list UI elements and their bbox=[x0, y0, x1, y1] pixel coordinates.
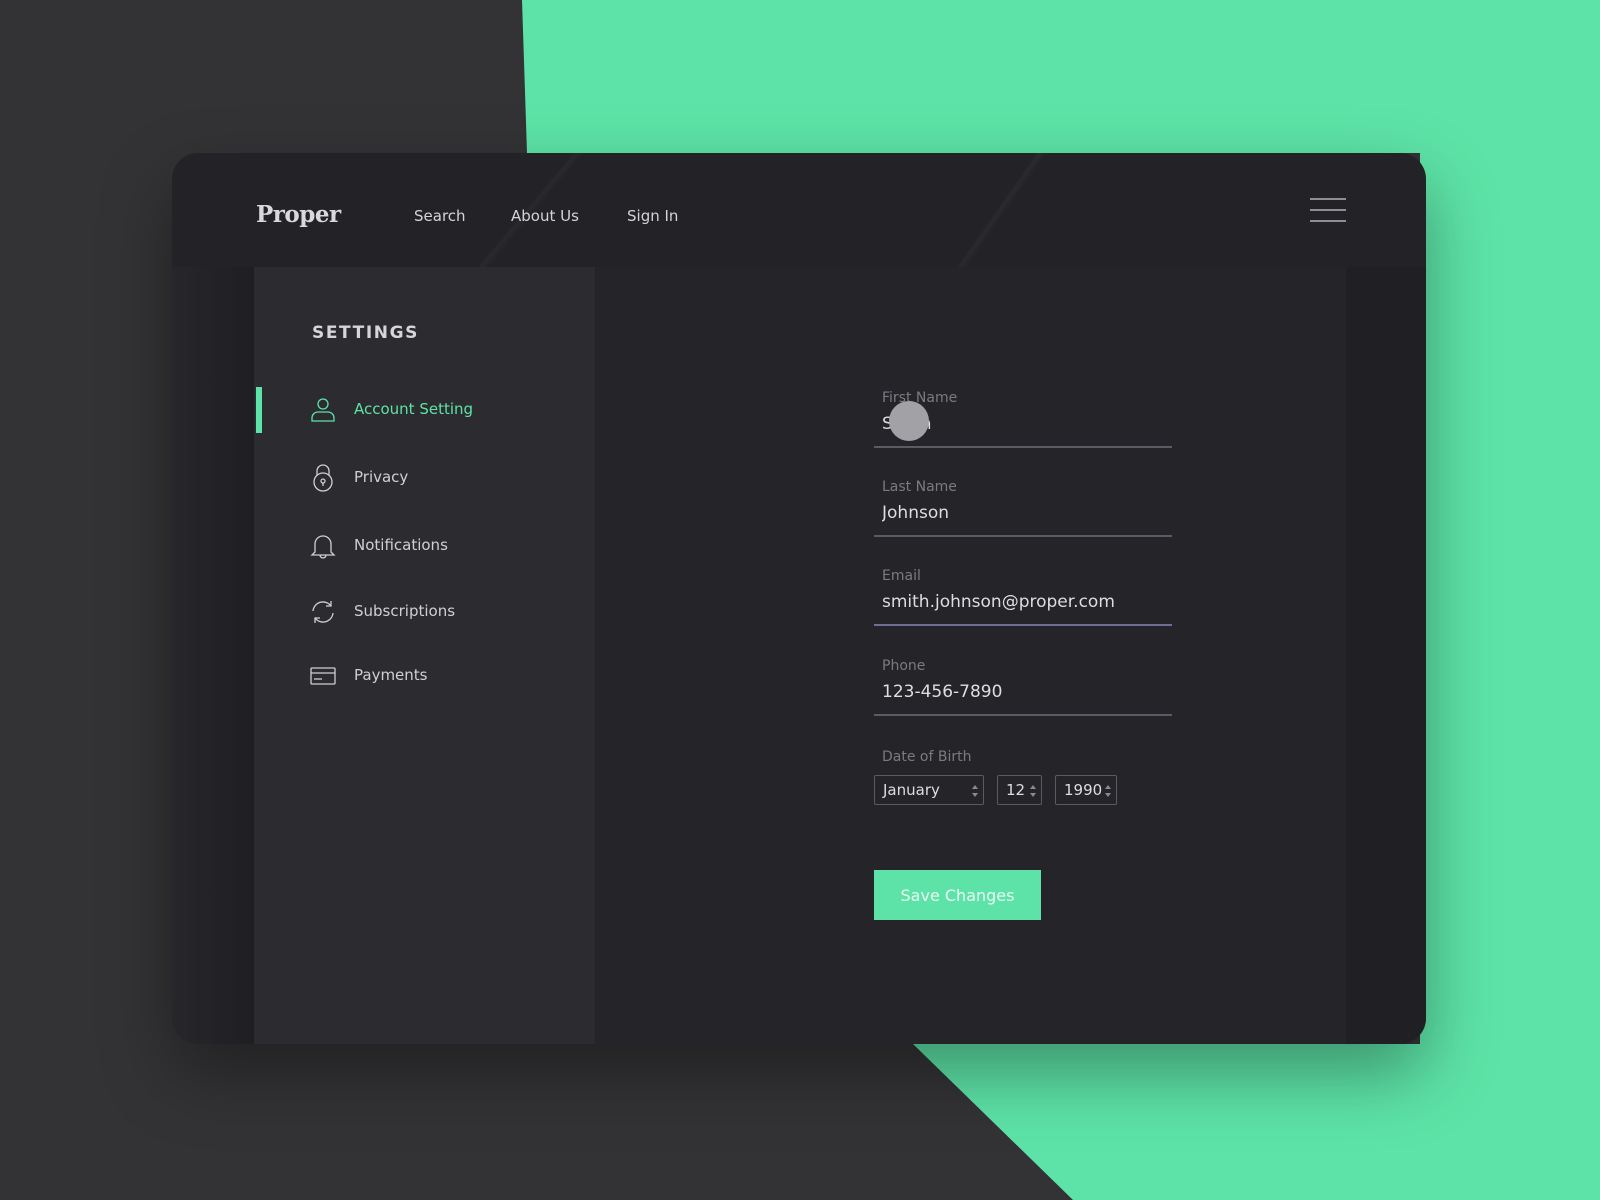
phone-input[interactable] bbox=[882, 682, 1162, 702]
bell-icon bbox=[310, 535, 336, 559]
birth-month-select[interactable]: January bbox=[874, 775, 984, 805]
settings-heading: SETTINGS bbox=[312, 323, 419, 343]
birth-year-value: 1990 bbox=[1064, 781, 1103, 799]
refresh-icon bbox=[312, 601, 334, 623]
app-window: Proper Search About Us Sign In SETTINGS … bbox=[172, 153, 1426, 1044]
field-underline bbox=[874, 714, 1172, 716]
birth-year-select[interactable]: 1990 bbox=[1055, 775, 1117, 805]
credit-card-icon bbox=[310, 667, 336, 685]
settings-sidebar: SETTINGS Account Setting Privacy Notific… bbox=[254, 267, 595, 1044]
active-indicator bbox=[256, 387, 262, 433]
select-arrows-icon bbox=[1030, 785, 1036, 797]
field-underline bbox=[874, 446, 1172, 448]
last-name-input[interactable] bbox=[882, 503, 1162, 523]
last-name-label: Last Name bbox=[882, 479, 957, 495]
brand-logo[interactable]: Proper bbox=[256, 201, 341, 228]
top-navigation: Proper Search About Us Sign In bbox=[172, 153, 1426, 267]
sidebar-item-privacy[interactable]: Privacy bbox=[254, 455, 595, 501]
select-arrows-icon bbox=[972, 785, 978, 797]
date-of-birth-label: Date of Birth bbox=[882, 749, 972, 765]
lock-icon bbox=[313, 464, 333, 492]
user-icon bbox=[311, 398, 335, 422]
touch-cursor-indicator bbox=[889, 401, 929, 441]
right-gutter bbox=[1346, 267, 1426, 1044]
birth-month-value: January bbox=[883, 781, 940, 799]
hamburger-menu-icon[interactable] bbox=[1310, 198, 1346, 226]
sidebar-item-label: Privacy bbox=[354, 468, 409, 486]
sidebar-item-subscriptions[interactable]: Subscriptions bbox=[254, 589, 595, 635]
account-form-panel: First Name Last Name Email Phone Date of… bbox=[595, 267, 1346, 1044]
nav-sign-in-link[interactable]: Sign In bbox=[627, 207, 678, 225]
save-changes-button[interactable]: Save Changes bbox=[874, 870, 1041, 920]
field-underline bbox=[874, 624, 1172, 626]
select-arrows-icon bbox=[1105, 785, 1111, 797]
phone-label: Phone bbox=[882, 658, 926, 674]
sidebar-item-payments[interactable]: Payments bbox=[254, 653, 595, 699]
nav-about-us-link[interactable]: About Us bbox=[511, 207, 579, 225]
sidebar-item-label: Payments bbox=[354, 666, 428, 684]
sidebar-item-notifications[interactable]: Notifications bbox=[254, 523, 595, 569]
birth-day-value: 12 bbox=[1006, 781, 1026, 799]
birth-day-select[interactable]: 12 bbox=[997, 775, 1042, 805]
sidebar-item-label: Subscriptions bbox=[354, 602, 456, 620]
sidebar-item-label: Account Setting bbox=[354, 400, 474, 418]
sidebar-item-account-setting[interactable]: Account Setting bbox=[254, 387, 595, 433]
email-label: Email bbox=[882, 568, 921, 584]
email-input[interactable] bbox=[882, 592, 1162, 612]
field-underline bbox=[874, 535, 1172, 537]
nav-search-link[interactable]: Search bbox=[414, 207, 466, 225]
sidebar-item-label: Notifications bbox=[354, 536, 448, 554]
left-gutter bbox=[172, 267, 254, 1044]
